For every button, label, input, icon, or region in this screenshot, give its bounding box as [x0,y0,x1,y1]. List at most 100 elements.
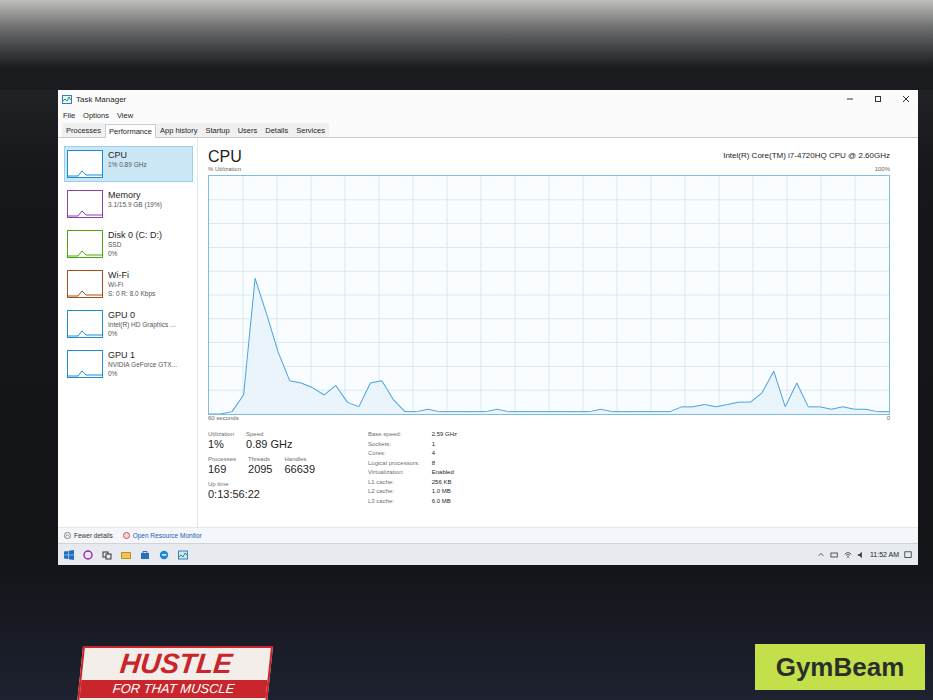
mini-graph-icon [68,191,102,217]
axis-min: 0 [887,415,890,424]
chart-segment [428,409,440,411]
sidebar-item[interactable]: Wi-FiWi-FiS: 0 R: 8.0 Kbps [64,266,193,302]
search-icon[interactable] [83,550,93,560]
chart-segment [728,402,740,404]
sidebar-name: CPU [108,150,147,161]
wifi-icon[interactable] [844,551,852,559]
sidebar-text: GPU 0Intel(R) HD Graphics ...0% [108,310,176,338]
sidebar-item[interactable]: Disk 0 (C: D:)SSD0% [64,226,193,262]
menu-item[interactable]: Options [83,111,109,120]
chart-segment [301,383,313,388]
grid-line [209,271,889,272]
sidebar-detail: 3.1/15.9 GB (19%) [108,201,162,210]
chart-segment [877,411,889,412]
detail-label: L1 cache: [368,478,420,487]
sidebar-item[interactable]: GPU 1NVIDIA GeForce GTX...0% [64,346,193,382]
chart-segment [290,381,302,383]
chart-segment [451,411,463,412]
hustle-sticker: HUSTLEFOR THAT MUSCLE [77,646,273,700]
tab[interactable]: Services [292,123,329,137]
sidebar-item[interactable]: GPU 0Intel(R) HD Graphics ...0% [64,306,193,342]
chart-box [208,175,890,415]
task-view-icon[interactable] [102,550,112,560]
detail-table: Base speed:2.59 GHzSockets:1Cores:4Logic… [368,430,457,514]
chart-segment [785,383,797,407]
sidebar-detail: 0% [108,330,176,339]
clock[interactable]: 11:52 AM [870,551,899,558]
menu-item[interactable]: File [63,111,75,120]
sidebar-text: CPU1% 0.89 GHz [108,150,147,178]
chart-segment [647,411,659,412]
tab[interactable]: Processes [62,123,105,137]
grid-line [209,199,889,200]
axis-label: % Utilization [208,166,241,175]
maximize-button[interactable] [866,90,890,108]
chart-segment [624,411,636,412]
chart-segment [313,388,325,395]
minimize-button[interactable] [838,90,862,108]
stat-row: Up time0:13:56:22 [208,480,358,501]
time-label: 60 seconds [208,415,239,424]
edge-icon[interactable] [159,550,169,560]
tab[interactable]: Startup [201,123,233,137]
detail-value: 1.0 MB [432,487,457,496]
panel-header: CPU Intel(R) Core(TM) i7-4720HQ CPU @ 2.6… [208,142,890,166]
task-manager-taskbar-icon[interactable] [178,550,188,560]
volume-icon[interactable] [857,551,865,559]
chevron-up-icon [64,532,71,539]
sidebar-item[interactable]: Memory3.1/15.9 GB (19%) [64,186,193,222]
panel-title: CPU [208,148,242,166]
chart-segment [509,411,521,412]
mini-graph-icon [68,351,102,377]
chart-segment [693,404,705,406]
mini-graph-icon [68,271,102,297]
chart-segment [578,411,590,412]
chart-segment [393,400,405,412]
mini-graph-icon [68,311,102,337]
tab[interactable]: App history [156,123,202,137]
chart-segment [612,411,624,412]
chart-segment [555,411,567,412]
fewer-details-button[interactable]: Fewer details [64,532,113,539]
notifications-icon[interactable] [904,551,912,559]
sidebar-detail: 0% [108,250,162,259]
sidebar-detail: 0% [108,370,177,379]
tab[interactable]: Users [234,123,262,137]
tab[interactable]: Performance [105,124,156,138]
sticker-title: HUSTLE [118,648,233,680]
chart-segment [797,383,809,407]
tab[interactable]: Details [261,123,292,137]
thumbnail [67,310,103,338]
chart-segment [635,411,647,412]
chart-segment [716,404,728,406]
start-icon[interactable] [64,550,74,560]
chart-segment [474,411,486,412]
resource-monitor-link[interactable]: Open Resource Monitor [123,532,202,539]
chart-segment [543,411,555,412]
sidebar-name: Wi-Fi [108,270,155,281]
sidebar-item[interactable]: CPU1% 0.89 GHz [64,146,193,182]
stat: Speed0.89 GHz [246,430,292,451]
chart-segment [601,409,613,411]
sidebar-name: Disk 0 (C: D:) [108,230,162,241]
store-icon[interactable] [140,550,150,560]
chart-segment [221,412,233,414]
battery-icon[interactable] [830,551,839,559]
maximize-icon [874,95,882,103]
menu-item[interactable]: View [117,111,133,120]
sidebar: CPU1% 0.89 GHz Memory3.1/15.9 GB (19%) Dis… [58,138,198,527]
grid-line [209,247,889,248]
file-explorer-icon[interactable] [121,550,131,560]
detail-value: 256 KB [432,478,457,487]
cpu-model: Intel(R) Core(TM) i7-4720HQ CPU @ 2.60GH… [723,151,890,166]
chart-segment [866,409,878,411]
axis-max: 100% [875,166,890,175]
chart-segment [820,407,832,409]
grid-line [209,366,889,367]
close-button[interactable] [894,90,918,108]
chart-segment [416,409,428,411]
chart-segment [751,393,763,403]
chevron-up-icon[interactable] [817,551,825,559]
photo: Task ManagerFileOptionsViewProcessesPerf… [0,0,933,700]
detail-value: 8 [432,459,457,468]
